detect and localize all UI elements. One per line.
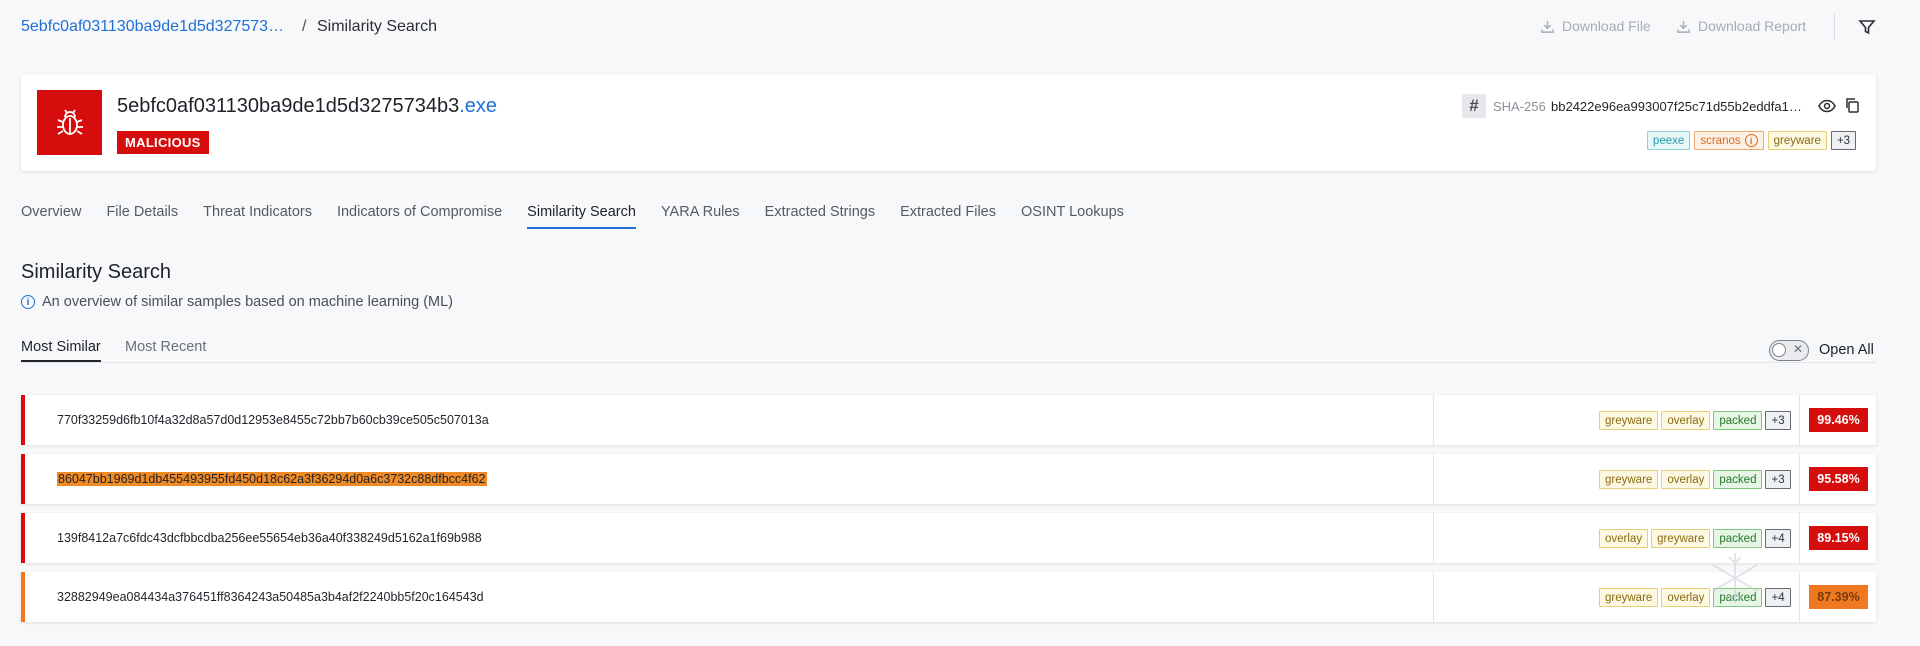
result-row[interactable]: 770f33259d6fb10f4a32d8a57d0d12953e8455c7… <box>21 395 1876 445</box>
similarity-score: 99.46% <box>1809 408 1868 432</box>
filter-icon[interactable] <box>1857 17 1877 37</box>
file-summary-card: 5ebfc0af031130ba9de1d5d3275734b3.exe MAL… <box>21 74 1876 171</box>
malicious-bug-badge <box>37 90 102 155</box>
tag[interactable]: overlay <box>1661 588 1711 607</box>
tab-extracted-files[interactable]: Extracted Files <box>900 204 996 229</box>
info-icon: i <box>1744 134 1758 147</box>
row-divider <box>1799 513 1800 563</box>
tab-osint-lookups[interactable]: OSINT Lookups <box>1021 204 1124 229</box>
sha-label: SHA-256 <box>1493 99 1546 114</box>
download-icon <box>1541 20 1554 33</box>
row-divider <box>1799 454 1800 504</box>
row-divider <box>1799 395 1800 445</box>
similarity-score: 89.15% <box>1809 526 1868 550</box>
similarity-subtabs: Most Similar Most Recent <box>21 339 1876 363</box>
tag-scranos[interactable]: scranos i <box>1694 131 1764 150</box>
result-hash[interactable]: 86047bb1969d1db455493955fd450d18c62a3f36… <box>57 472 487 486</box>
top-bar: 5ebfc0af031130ba9de1d5d327573… / Similar… <box>0 0 1920 56</box>
breadcrumb-current: Similarity Search <box>317 18 438 35</box>
file-name-base: 5ebfc0af031130ba9de1d5d3275734b3 <box>117 95 460 117</box>
info-icon: i <box>21 295 35 309</box>
file-tags: peexe scranos i greyware +3 <box>1647 131 1857 150</box>
result-tags: greyware overlay packed +3 <box>1599 411 1791 430</box>
result-hash[interactable]: 139f8412a7c6fdc43dcfbbcdba256ee55654eb36… <box>57 531 482 545</box>
toggle-knob <box>1772 343 1786 357</box>
breadcrumb-separator: / <box>302 18 307 35</box>
copy-icon[interactable] <box>1844 97 1860 113</box>
sha-value[interactable]: bb2422e96ea993007f25c71d55b2eddfa1… <box>1551 99 1802 114</box>
tab-yara-rules[interactable]: YARA Rules <box>661 204 740 229</box>
tab-file-details[interactable]: File Details <box>106 204 178 229</box>
tag-more[interactable]: +4 <box>1765 529 1791 548</box>
result-row[interactable]: 139f8412a7c6fdc43dcfbbcdba256ee55654eb36… <box>21 513 1876 563</box>
tab-extracted-strings[interactable]: Extracted Strings <box>765 204 875 229</box>
subtab-most-similar[interactable]: Most Similar <box>21 339 101 362</box>
tag[interactable]: overlay <box>1661 470 1711 489</box>
row-divider <box>1433 513 1434 563</box>
row-divider <box>1433 572 1434 622</box>
result-hash[interactable]: 770f33259d6fb10f4a32d8a57d0d12953e8455c7… <box>57 413 489 427</box>
tag-more[interactable]: +4 <box>1765 588 1791 607</box>
toolbar-divider <box>1834 14 1835 40</box>
tab-threat-indicators[interactable]: Threat Indicators <box>203 204 312 229</box>
download-report-button[interactable]: Download Report <box>1676 18 1806 34</box>
result-row[interactable]: 86047bb1969d1db455493955fd450d18c62a3f36… <box>21 454 1876 504</box>
tag[interactable]: greyware <box>1651 529 1711 548</box>
tab-overview[interactable]: Overview <box>21 204 81 229</box>
tag[interactable]: packed <box>1713 411 1763 430</box>
download-icon <box>1677 20 1690 33</box>
tag[interactable]: packed <box>1713 529 1763 548</box>
open-all-label: Open All <box>1819 342 1874 358</box>
hash-icon: # <box>1462 94 1486 118</box>
tag-more[interactable]: +3 <box>1765 411 1791 430</box>
close-icon: ✕ <box>1792 342 1803 356</box>
section-title: Similarity Search <box>21 261 172 283</box>
tag[interactable]: packed <box>1713 470 1763 489</box>
row-divider <box>1799 572 1800 622</box>
tab-similarity-search[interactable]: Similarity Search <box>527 204 636 229</box>
section-subtitle: i An overview of similar samples based o… <box>21 294 453 310</box>
tag[interactable]: greyware <box>1599 470 1659 489</box>
bug-icon <box>56 109 83 135</box>
result-tags: greyware overlay packed +3 <box>1599 470 1791 489</box>
tag-greyware[interactable]: greyware <box>1767 131 1827 150</box>
similarity-score: 87.39% <box>1809 585 1868 609</box>
breadcrumb-file-link[interactable]: 5ebfc0af031130ba9de1d5d327573… <box>21 18 284 36</box>
similarity-score: 95.58% <box>1809 467 1868 491</box>
file-name: 5ebfc0af031130ba9de1d5d3275734b3.exe <box>117 95 497 118</box>
tag[interactable]: greyware <box>1599 588 1659 607</box>
tag[interactable]: greyware <box>1599 411 1659 430</box>
snowflake-watermark-icon <box>1712 553 1758 603</box>
download-report-label: Download Report <box>1698 18 1807 34</box>
subtab-most-recent[interactable]: Most Recent <box>125 339 206 360</box>
section-subtitle-text: An overview of similar samples based on … <box>42 294 454 310</box>
result-tags: overlay greyware packed +4 <box>1599 529 1791 548</box>
tab-iocs[interactable]: Indicators of Compromise <box>337 204 502 229</box>
open-all-toggle[interactable]: ✕ <box>1769 340 1809 361</box>
file-extension: .exe <box>459 95 498 117</box>
row-divider <box>1433 395 1434 445</box>
tag-more[interactable]: +3 <box>1765 470 1791 489</box>
tag[interactable]: overlay <box>1599 529 1649 548</box>
result-hash[interactable]: 32882949ea084434a376451ff8364243a50485a3… <box>57 590 484 604</box>
download-file-label: Download File <box>1562 18 1651 34</box>
tag-scranos-label: scranos <box>1700 134 1741 147</box>
download-file-button[interactable]: Download File <box>1540 18 1651 34</box>
verdict-badge: MALICIOUS <box>117 131 209 154</box>
eye-icon[interactable] <box>1818 98 1836 114</box>
result-row[interactable]: 32882949ea084434a376451ff8364243a50485a3… <box>21 572 1876 622</box>
report-tabs: Overview File Details Threat Indicators … <box>21 204 1149 229</box>
tag[interactable]: overlay <box>1661 411 1711 430</box>
tag-more[interactable]: +3 <box>1830 131 1857 150</box>
tag-peexe[interactable]: peexe <box>1647 131 1691 150</box>
row-divider <box>1433 454 1434 504</box>
